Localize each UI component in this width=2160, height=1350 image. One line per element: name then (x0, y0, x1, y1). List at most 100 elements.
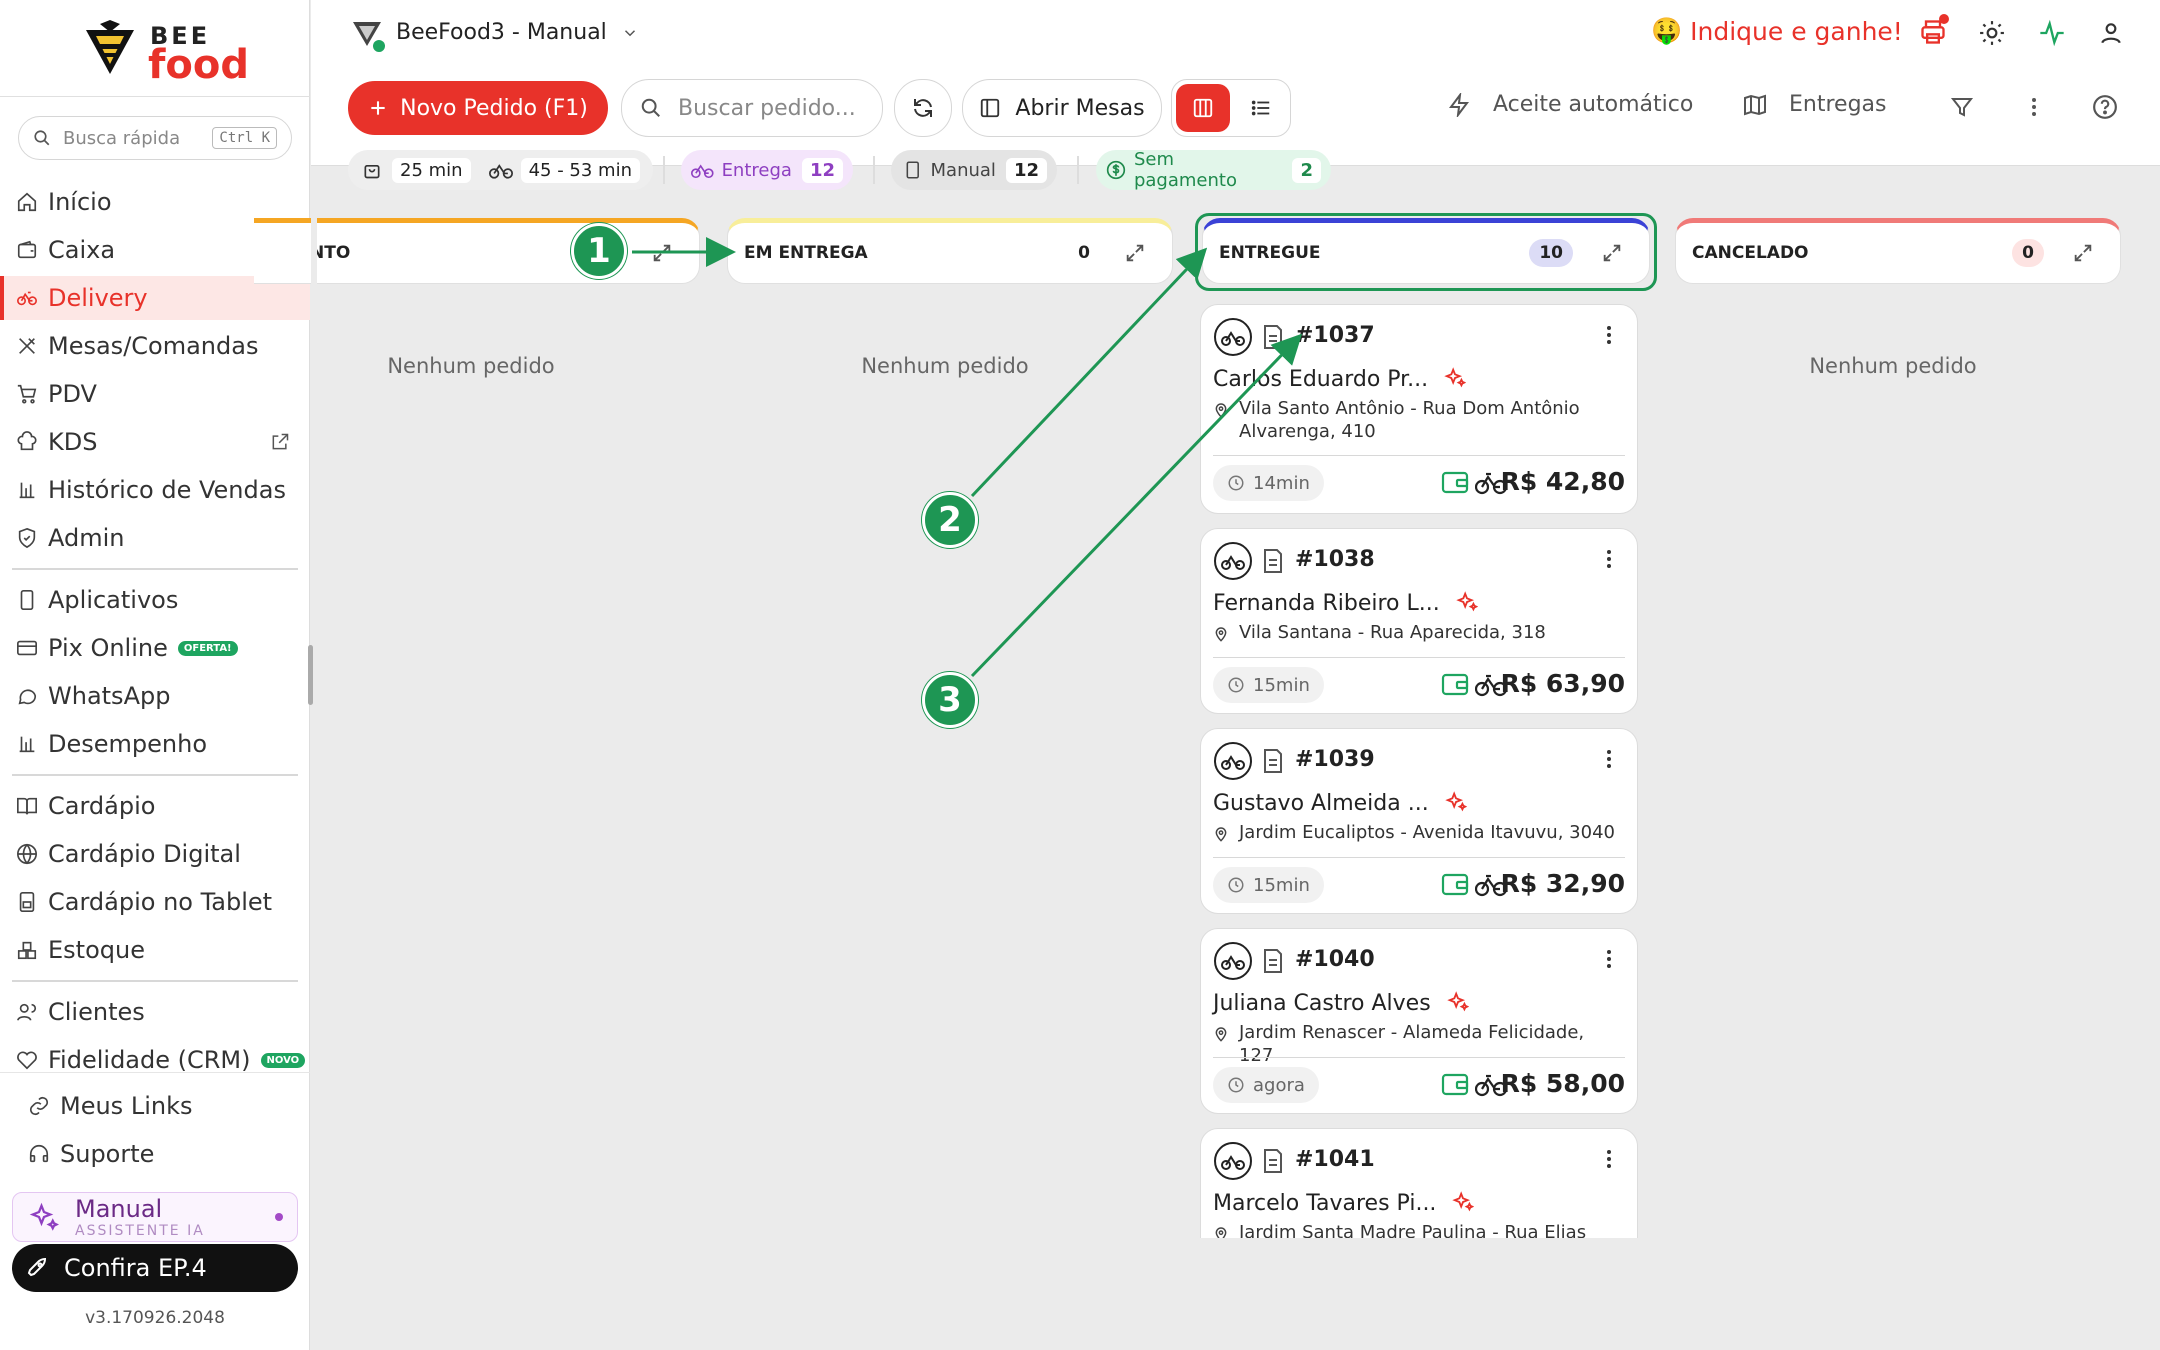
expand-icon[interactable] (1601, 242, 1623, 264)
list-icon (1251, 100, 1270, 116)
filter-icon[interactable] (1950, 95, 1974, 119)
sidebar-item-desempenho[interactable]: Desempenho (0, 722, 310, 766)
time-estimates[interactable]: 25 min 45 - 53 min (348, 150, 653, 190)
sidebar-item-estoque[interactable]: Estoque (0, 928, 310, 972)
more-vertical-icon[interactable] (1597, 323, 1621, 347)
filter-manual-label: Manual (930, 159, 996, 181)
store-selector[interactable]: BeeFood3 - Manual (396, 20, 639, 45)
sidebar-item-historico-de-vendas[interactable]: Histórico de Vendas (0, 468, 310, 512)
plus-icon (371, 101, 385, 115)
help-icon[interactable] (2092, 94, 2118, 120)
column-header-prep: NTO (254, 218, 700, 284)
filter-manual[interactable]: Manual 12 (891, 150, 1057, 190)
order-card[interactable]: #1040 Juliana Castro Alves Jardim Renascer… (1200, 928, 1638, 1114)
elapsed-time-badge: 14min (1213, 465, 1324, 501)
more-vertical-icon[interactable] (1597, 1147, 1621, 1171)
sparkles-icon (1444, 791, 1467, 812)
deliveries-button[interactable]: Entregas (1743, 92, 1886, 117)
assistant-subtitle: ASSISTENTE IA (75, 1223, 205, 1239)
quick-search[interactable]: Busca rápida Ctrl K (18, 116, 292, 160)
sidebar-item-cardapio-no-tablet[interactable]: Cardápio no Tablet (0, 880, 310, 924)
sidebar-item-cardapio[interactable]: Cardápio (0, 784, 310, 828)
chat-icon (18, 689, 37, 705)
sidebar-item-fidelidade-crm[interactable]: Fidelidade (CRM) NOVO (0, 1038, 310, 1082)
open-tables-button[interactable]: Abrir Mesas (962, 79, 1162, 137)
filter-entrega[interactable]: Entrega 12 (681, 150, 853, 190)
annotation-marker-1: 1 (571, 223, 627, 279)
sidebar-item-label: Início (48, 188, 112, 216)
confira-episode-button[interactable]: Confira EP.4 (12, 1244, 298, 1292)
view-toggle (1171, 79, 1291, 137)
order-card[interactable]: #1039 Gustavo Almeida ... Jardim Eucalipto… (1200, 728, 1638, 914)
shield-icon (18, 527, 36, 549)
column-title: EM ENTREGA (744, 243, 868, 263)
kanban-view-button[interactable] (1176, 84, 1230, 132)
sidebar-item-admin[interactable]: Admin (0, 516, 310, 560)
divider (0, 96, 310, 97)
boxes-icon (17, 941, 37, 960)
column-header-em-entrega: EM ENTREGA 0 (727, 218, 1173, 284)
order-card[interactable]: #1037 Carlos Eduardo Pr... Vila Santo Antô… (1200, 304, 1638, 514)
sidebar-item-clientes[interactable]: Clientes (0, 990, 310, 1034)
sidebar-item-label: Suporte (60, 1140, 155, 1168)
app-version: v3.170926.2048 (85, 1308, 225, 1328)
order-card[interactable]: #1041 Marcelo Tavares Pi... Jardim Santa M… (1200, 1128, 1638, 1238)
deliveries-label: Entregas (1789, 92, 1887, 117)
auto-accept-toggle[interactable]: Aceite automático (1447, 92, 1693, 117)
column-header-cancelado: CANCELADO 0 (1675, 218, 2121, 284)
receipt-icon (1264, 325, 1282, 349)
money-face-icon: 🤑 (1651, 16, 1683, 45)
sidebar-item-kds[interactable]: KDS (0, 420, 310, 464)
user-icon[interactable] (2098, 20, 2124, 46)
column-count: 0 (2012, 239, 2044, 267)
sidebar-item-suporte[interactable]: Suporte (0, 1132, 310, 1176)
sidebar-item-aplicativos[interactable]: Aplicativos (0, 578, 310, 622)
book-icon (17, 797, 37, 815)
divider (663, 156, 665, 184)
more-vertical-icon[interactable] (2022, 95, 2046, 119)
external-link-icon[interactable] (270, 432, 290, 452)
refresh-icon (914, 99, 932, 117)
list-view-button[interactable] (1234, 84, 1288, 132)
sidebar-item-label: Mesas/Comandas (48, 332, 259, 360)
confira-label: Confira EP.4 (64, 1254, 207, 1282)
clock-icon (1228, 1077, 1244, 1093)
new-order-button[interactable]: Novo Pedido (F1) (348, 81, 608, 135)
delivery-type-icon (1214, 942, 1252, 980)
order-card[interactable]: #1038 Fernanda Ribeiro L... Vila Santana -… (1200, 528, 1638, 714)
filter-sem-pagamento[interactable]: Sem pagamento 2 (1096, 149, 1331, 191)
search-icon (641, 98, 660, 117)
dollar-circle-icon (1106, 160, 1126, 180)
topbar: BeeFood3 - Manual 🤑 Indique e ganhe! (311, 0, 2160, 66)
activity-icon[interactable] (2038, 19, 2066, 47)
sidebar-item-whatsapp[interactable]: WhatsApp (0, 674, 310, 718)
bicycle-icon (17, 291, 37, 306)
sidebar-item-label: Meus Links (60, 1092, 193, 1120)
ai-assistant-button[interactable]: Manual ASSISTENTE IA (12, 1192, 298, 1242)
referral-link[interactable]: 🤑 Indique e ganhe! (1651, 16, 1903, 46)
sidebar-scrollbar[interactable] (308, 645, 313, 705)
sidebar-item-label: Admin (48, 524, 125, 552)
more-vertical-icon[interactable] (1597, 547, 1621, 571)
divider (1213, 857, 1625, 858)
expand-icon[interactable] (2072, 242, 2094, 264)
refresh-button[interactable] (894, 79, 952, 137)
printer-button[interactable] (1919, 14, 1949, 50)
sidebar-item-cardapio-digital[interactable]: Cardápio Digital (0, 832, 310, 876)
location-pin-icon (1215, 1227, 1227, 1238)
sun-icon[interactable] (1979, 20, 2005, 46)
expand-icon[interactable] (651, 242, 673, 264)
sidebar-item-meus-links[interactable]: Meus Links (0, 1084, 310, 1128)
sidebar-item-pdv[interactable]: PDV (0, 372, 310, 416)
more-vertical-icon[interactable] (1597, 747, 1621, 771)
wallet-icon (1441, 873, 1469, 896)
expand-icon[interactable] (1124, 242, 1146, 264)
delivery-type-icon (1214, 318, 1252, 356)
sidebar-item-pix-online[interactable]: Pix Online OFERTA! (0, 626, 310, 670)
divider (1213, 657, 1625, 658)
order-search-input[interactable]: Buscar pedido... (621, 79, 883, 137)
beefood-logo[interactable]: BEE food (78, 14, 249, 86)
order-id: #1039 (1295, 747, 1375, 772)
more-vertical-icon[interactable] (1597, 947, 1621, 971)
divider (1213, 455, 1625, 456)
